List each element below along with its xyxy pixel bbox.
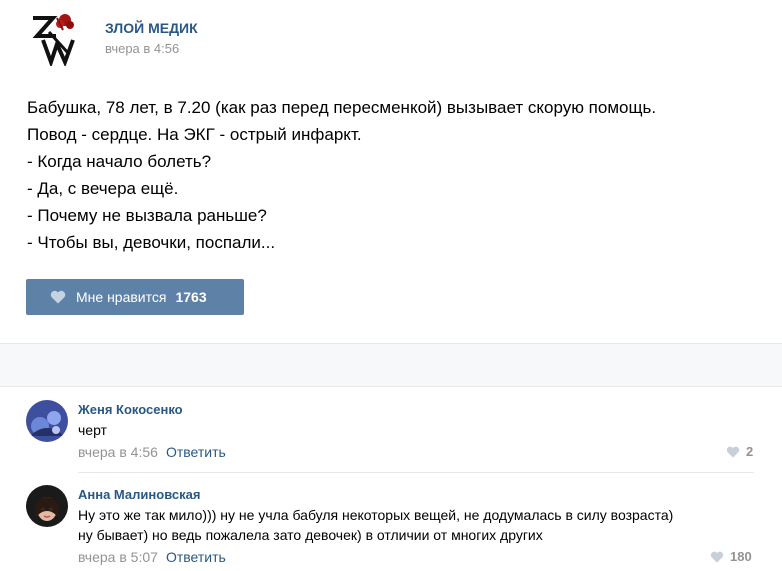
comment-text-line: Ну это же так мило))) ну не учла бабуля …: [78, 507, 674, 523]
avatar[interactable]: [26, 400, 68, 442]
reply-link[interactable]: Ответить: [166, 444, 226, 460]
post: ЗЛОЙ МЕДИК вчера в 4:56 Бабушка, 78 лет,…: [0, 0, 782, 343]
comment-author[interactable]: Женя Кокосенко: [78, 402, 183, 417]
comment-author[interactable]: Анна Малиновская: [78, 487, 200, 502]
comment: Анна Малиновская Ну это же так мило))) н…: [26, 472, 754, 571]
comment-meta: вчера в 4:56 Ответить: [78, 444, 226, 460]
heart-icon: [726, 446, 740, 458]
comment-text: черт: [78, 422, 107, 438]
comment-meta: вчера в 5:07 Ответить: [78, 549, 226, 565]
community-name[interactable]: ЗЛОЙ МЕДИК: [105, 20, 198, 36]
avatar[interactable]: [26, 485, 68, 527]
post-line: - Когда начало болеть?: [27, 152, 212, 171]
community-logo[interactable]: [27, 10, 85, 66]
comment-like-count: 180: [730, 549, 752, 564]
like-button[interactable]: Мне нравится 1763: [26, 279, 244, 315]
post-text: Бабушка, 78 лет, в 7.20 (как раз перед п…: [27, 94, 767, 256]
comment-like[interactable]: 180: [710, 549, 752, 564]
heart-icon: [50, 290, 66, 304]
comment-like[interactable]: 2: [726, 444, 753, 459]
post-line: Повод - сердце. На ЭКГ - острый инфаркт.: [27, 125, 362, 144]
comment-text: Ну это же так мило))) ну не учла бабуля …: [78, 505, 673, 545]
comment-like-count: 2: [746, 444, 754, 459]
like-label: Мне нравится: [76, 289, 167, 305]
like-count: 1763: [175, 289, 207, 305]
heart-icon: [710, 551, 724, 563]
post-time[interactable]: вчера в 4:56: [105, 41, 179, 56]
section-divider: [0, 343, 782, 387]
post-line: Бабушка, 78 лет, в 7.20 (как раз перед п…: [27, 98, 657, 117]
comment-text-line: ну бывает) но ведь пожалела зато девочек…: [78, 527, 543, 543]
post-line: - Да, с вечера ещё.: [27, 179, 179, 198]
comment: Женя Кокосенко черт вчера в 4:56 Ответить…: [0, 387, 782, 472]
post-line: - Чтобы вы, девочки, поспали...: [27, 233, 276, 252]
reply-link[interactable]: Ответить: [166, 549, 226, 565]
comment-time[interactable]: вчера в 5:07: [78, 549, 158, 565]
post-line: - Почему не вызвала раньше?: [27, 206, 267, 225]
comment-time[interactable]: вчера в 4:56: [78, 444, 158, 460]
